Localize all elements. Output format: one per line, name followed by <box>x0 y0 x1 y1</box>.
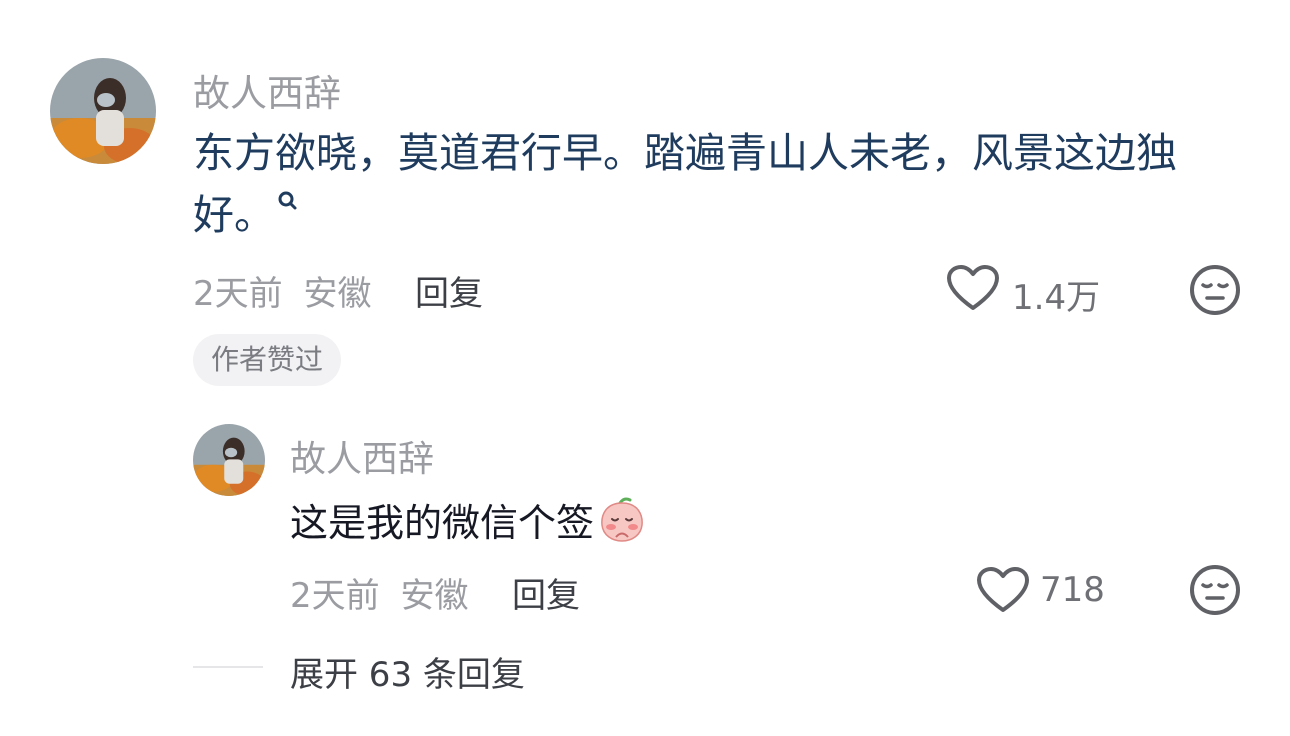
meh-face-icon[interactable] <box>1188 563 1242 617</box>
reply-avatar[interactable] <box>193 424 265 496</box>
reply-text-row: 这是我的微信个签 <box>290 492 646 547</box>
heart-outline-icon[interactable] <box>946 264 1000 312</box>
comment-location: 安徽 <box>303 274 372 314</box>
reply-username[interactable]: 故人西辞 <box>290 430 434 482</box>
reply-text: 这是我的微信个签 <box>290 501 595 545</box>
reply-avatar-image <box>193 424 265 496</box>
comment-meta: 2天前 安徽 <box>193 266 371 315</box>
comment-time: 2天前 <box>193 274 283 314</box>
meh-face-icon[interactable] <box>1188 263 1242 317</box>
avatar-image <box>50 58 156 164</box>
comment-text: 东方欲晓，莫道君行早。踏遍青山人未老，风景这边独 好。 <box>193 122 1177 246</box>
reply-location: 安徽 <box>400 576 469 616</box>
shy-peach-emoji <box>598 497 646 543</box>
reply-time: 2天前 <box>290 576 380 616</box>
reply-reply-button[interactable]: 回复 <box>512 568 580 617</box>
search-icon[interactable] <box>277 190 299 212</box>
reply-like-count: 718 <box>1040 570 1105 610</box>
comment-like-count: 1.4万 <box>1012 278 1101 318</box>
author-liked-badge: 作者赞过 <box>193 334 342 386</box>
heart-outline-icon[interactable] <box>976 566 1030 614</box>
reply-meta: 2天前 安徽 <box>290 568 468 617</box>
expand-replies-button[interactable]: 展开 63 条回复 <box>290 647 525 696</box>
comment-username[interactable]: 故人西辞 <box>193 63 341 117</box>
comment-reply-button[interactable]: 回复 <box>415 266 483 315</box>
comment-text-line-1: 东方欲晓，莫道君行早。踏遍青山人未老，风景这边独 <box>193 129 1177 177</box>
expand-divider <box>193 666 263 668</box>
avatar[interactable] <box>50 58 156 164</box>
comment-text-line-2: 好。 <box>193 191 275 239</box>
